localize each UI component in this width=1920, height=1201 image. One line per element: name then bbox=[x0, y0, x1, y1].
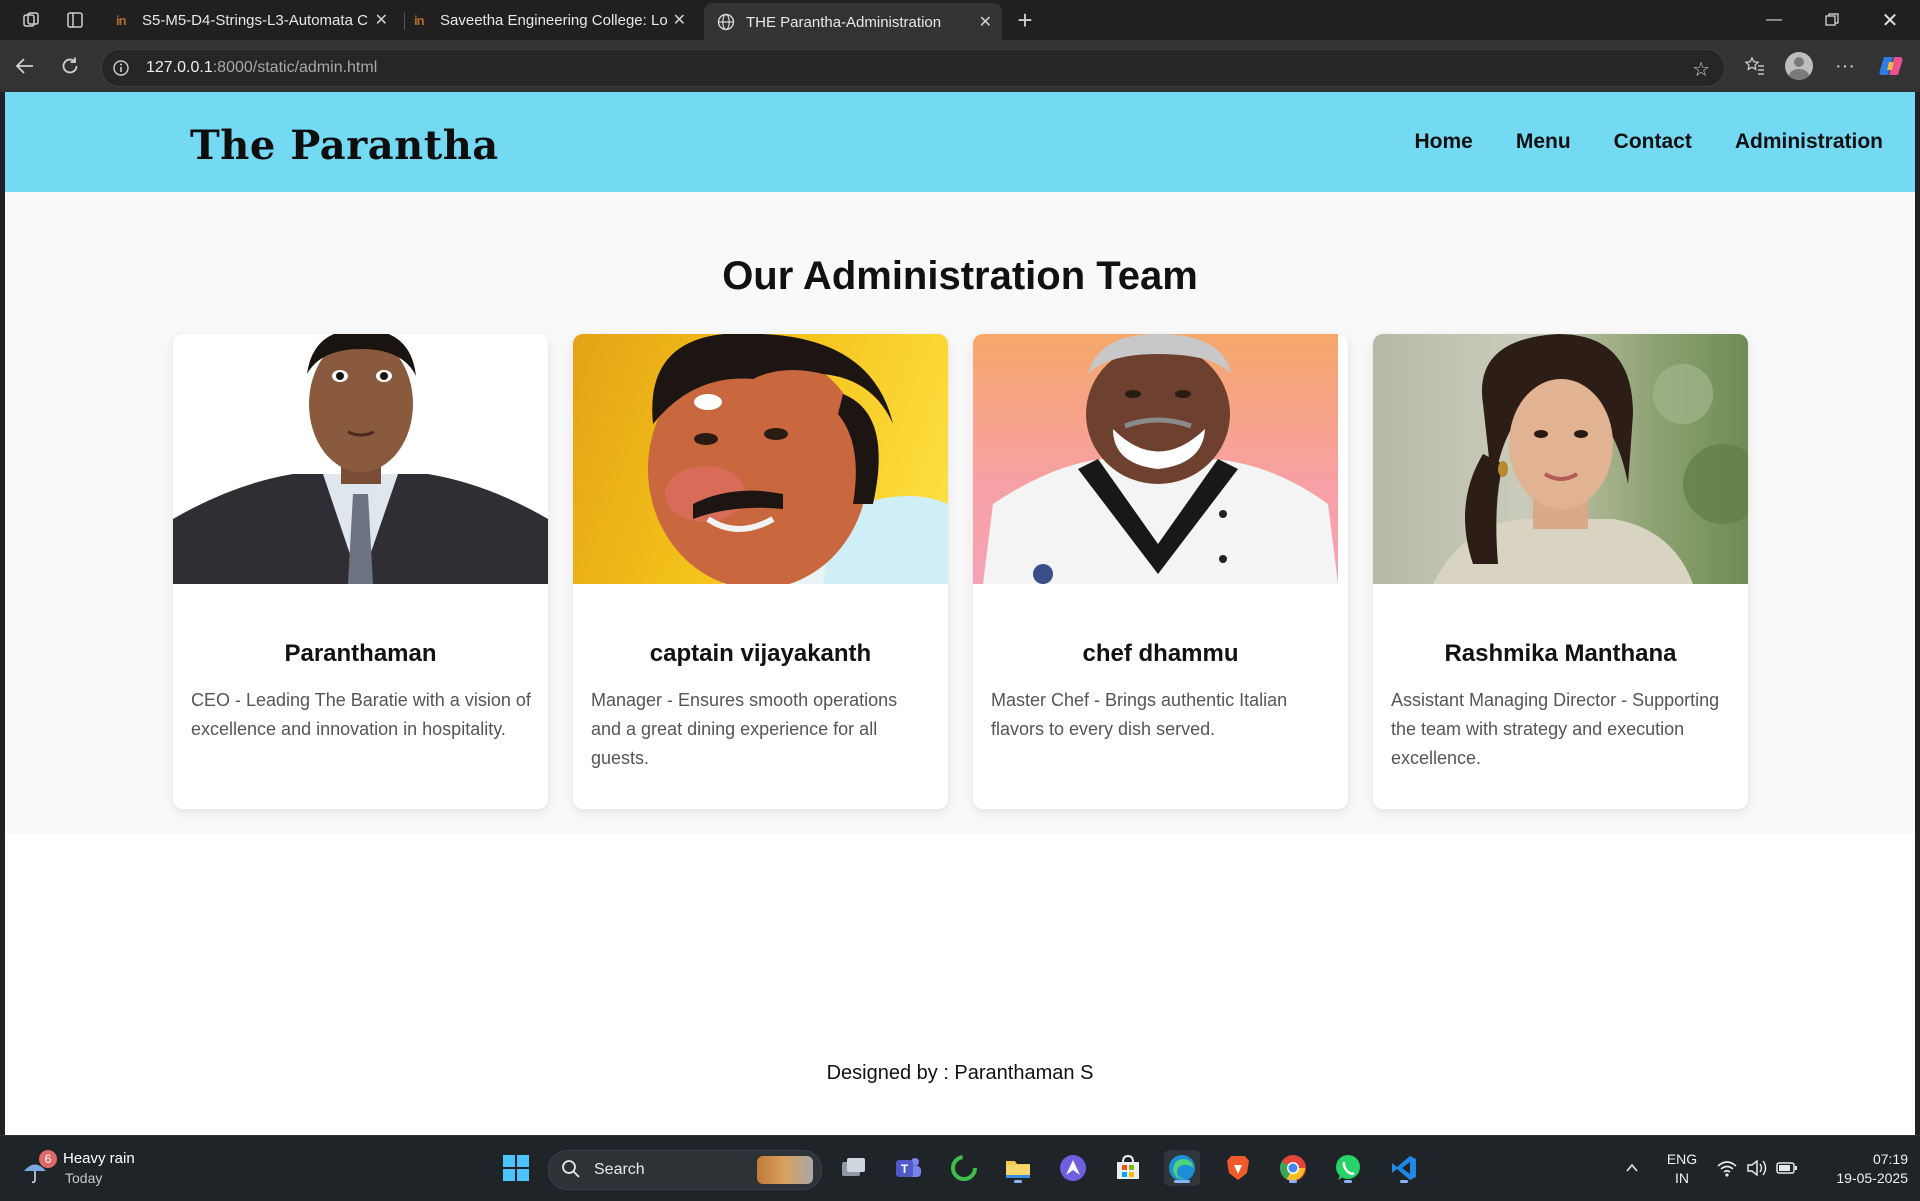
member-name: Paranthaman bbox=[284, 640, 437, 667]
main-nav: Home Menu Contact Administration bbox=[1414, 130, 1883, 154]
weather-widget[interactable]: 6 Heavy rain Today bbox=[22, 1148, 162, 1192]
lang-line2: IN bbox=[1675, 1170, 1689, 1186]
running-indicator bbox=[1289, 1180, 1297, 1183]
member-name: Rashmika Manthana bbox=[1444, 640, 1677, 667]
nav-administration[interactable]: Administration bbox=[1735, 130, 1883, 154]
team-card: Rashmika Manthana Assistant Managing Dir… bbox=[1373, 334, 1748, 809]
running-indicator bbox=[1014, 1180, 1022, 1183]
refresh-icon[interactable] bbox=[55, 52, 85, 80]
battery-icon[interactable] bbox=[1776, 1160, 1798, 1181]
tab-title: Saveetha Engineering College: Lo bbox=[440, 11, 668, 29]
member-description: Master Chef - Brings authentic Italian f… bbox=[991, 690, 1288, 739]
whatsapp-icon[interactable] bbox=[1330, 1150, 1366, 1186]
site-info-icon[interactable] bbox=[112, 59, 138, 77]
vpn-app-icon[interactable] bbox=[1055, 1150, 1091, 1186]
language-indicator[interactable]: ENG IN bbox=[1660, 1150, 1704, 1188]
member-name: chef dhammu bbox=[1082, 640, 1239, 667]
tab-favicon: in bbox=[116, 12, 127, 28]
tab-title: THE Parantha-Administration bbox=[746, 13, 942, 31]
weather-badge: 6 bbox=[39, 1150, 57, 1168]
running-indicator bbox=[1174, 1180, 1190, 1183]
workspaces-icon[interactable] bbox=[18, 8, 44, 32]
browser-tab[interactable]: in Saveetha Engineering College: Lo ✕ bbox=[406, 4, 696, 36]
url-host: 127.0.0.1 bbox=[146, 59, 213, 76]
search-highlight-icon bbox=[757, 1156, 813, 1184]
svg-text:T: T bbox=[901, 1162, 909, 1176]
nav-home[interactable]: Home bbox=[1414, 130, 1472, 154]
member-description: Manager - Ensures smooth operations and … bbox=[591, 690, 898, 768]
team-photo bbox=[573, 334, 948, 584]
brand-logo[interactable]: The Parantha bbox=[190, 122, 499, 169]
task-view-icon[interactable] bbox=[836, 1150, 872, 1186]
tab-favicon: in bbox=[414, 12, 425, 28]
browser-tab[interactable]: in S5-M5-D4-Strings-L3-Automata C ✕ bbox=[108, 4, 398, 36]
close-icon[interactable]: ✕ bbox=[375, 10, 388, 30]
back-icon[interactable] bbox=[10, 52, 40, 80]
section-title: Our Administration Team bbox=[722, 254, 1198, 298]
footer-credit: Designed by : Paranthaman S bbox=[826, 1062, 1094, 1084]
new-tab-icon[interactable]: + bbox=[1010, 5, 1040, 35]
team-photo bbox=[173, 334, 548, 584]
search-placeholder: Search bbox=[594, 1161, 645, 1178]
volume-icon[interactable] bbox=[1746, 1158, 1768, 1183]
restore-icon[interactable] bbox=[1804, 0, 1860, 40]
running-indicator bbox=[1344, 1180, 1352, 1183]
tab-divider bbox=[404, 12, 405, 30]
clock[interactable]: 07:19 19-05-2025 bbox=[1812, 1150, 1908, 1188]
page-viewport: The Parantha Home Menu Contact Administr… bbox=[5, 92, 1915, 1135]
site-header: The Parantha Home Menu Contact Administr… bbox=[5, 92, 1915, 192]
loading-ring-icon[interactable] bbox=[946, 1150, 982, 1186]
browser-tab-active[interactable]: THE Parantha-Administration ✕ bbox=[704, 3, 1002, 41]
brave-browser-icon[interactable] bbox=[1220, 1150, 1256, 1186]
team-card: chef dhammu Master Chef - Brings authent… bbox=[973, 334, 1348, 809]
show-hidden-icons-chevron-icon[interactable] bbox=[1620, 1156, 1644, 1180]
wifi-icon[interactable] bbox=[1716, 1158, 1738, 1183]
close-icon[interactable]: ✕ bbox=[673, 10, 686, 30]
nav-menu[interactable]: Menu bbox=[1516, 130, 1571, 154]
nav-contact[interactable]: Contact bbox=[1614, 130, 1692, 154]
windows-taskbar: 6 Heavy rain Today Search T ENG IN 07:19… bbox=[0, 1135, 1920, 1201]
clock-date: 19-05-2025 bbox=[1836, 1170, 1908, 1186]
weather-condition: Heavy rain bbox=[63, 1150, 135, 1167]
browser-tab-strip: in S5-M5-D4-Strings-L3-Automata C ✕ in S… bbox=[0, 0, 1920, 41]
edge-browser-icon[interactable] bbox=[1164, 1150, 1200, 1186]
team-card: captain vijayakanth Manager - Ensures sm… bbox=[573, 334, 948, 809]
vscode-icon[interactable] bbox=[1386, 1150, 1422, 1186]
file-explorer-icon[interactable] bbox=[1000, 1150, 1036, 1186]
minimize-icon[interactable]: — bbox=[1746, 0, 1802, 40]
favorite-star-icon[interactable]: ☆ bbox=[1692, 57, 1710, 82]
running-indicator bbox=[1400, 1180, 1408, 1183]
search-icon bbox=[561, 1159, 581, 1184]
taskbar-search[interactable]: Search bbox=[548, 1150, 822, 1190]
copilot-icon[interactable] bbox=[1878, 53, 1904, 79]
address-bar[interactable]: 127.0.0.1 :8000/static/admin.html ☆ bbox=[101, 49, 1725, 87]
close-window-icon[interactable]: ✕ bbox=[1862, 0, 1918, 40]
close-icon[interactable]: ✕ bbox=[979, 12, 992, 32]
browser-toolbar: 127.0.0.1 :8000/static/admin.html ☆ ··· bbox=[0, 40, 1920, 92]
profile-avatar[interactable] bbox=[1785, 52, 1813, 80]
lang-line1: ENG bbox=[1666, 1151, 1698, 1167]
member-name: captain vijayakanth bbox=[649, 640, 872, 667]
team-card: Paranthaman CEO - Leading The Baratie wi… bbox=[173, 334, 548, 809]
favorites-icon[interactable] bbox=[1740, 52, 1770, 80]
clock-time: 07:19 bbox=[1872, 1151, 1908, 1167]
url-path: :8000/static/admin.html bbox=[212, 59, 378, 76]
team-photo bbox=[973, 334, 1348, 584]
member-description: Assistant Managing Director - Supporting… bbox=[1391, 690, 1720, 768]
microsoft-store-icon[interactable] bbox=[1110, 1150, 1146, 1186]
start-windows-icon[interactable] bbox=[498, 1150, 534, 1186]
team-section: Our Administration Team Paranthaman CEO … bbox=[5, 192, 1915, 834]
member-description: CEO - Leading The Baratie with a vision … bbox=[191, 690, 531, 739]
more-options-icon[interactable]: ··· bbox=[1830, 52, 1860, 80]
vertical-tabs-icon[interactable] bbox=[62, 8, 88, 32]
globe-icon bbox=[716, 12, 746, 32]
tab-title: S5-M5-D4-Strings-L3-Automata C bbox=[142, 11, 368, 29]
teams-icon[interactable]: T bbox=[890, 1150, 926, 1186]
team-photo bbox=[1373, 334, 1748, 584]
chrome-browser-icon[interactable] bbox=[1275, 1150, 1311, 1186]
weather-when: Today bbox=[65, 1170, 103, 1186]
